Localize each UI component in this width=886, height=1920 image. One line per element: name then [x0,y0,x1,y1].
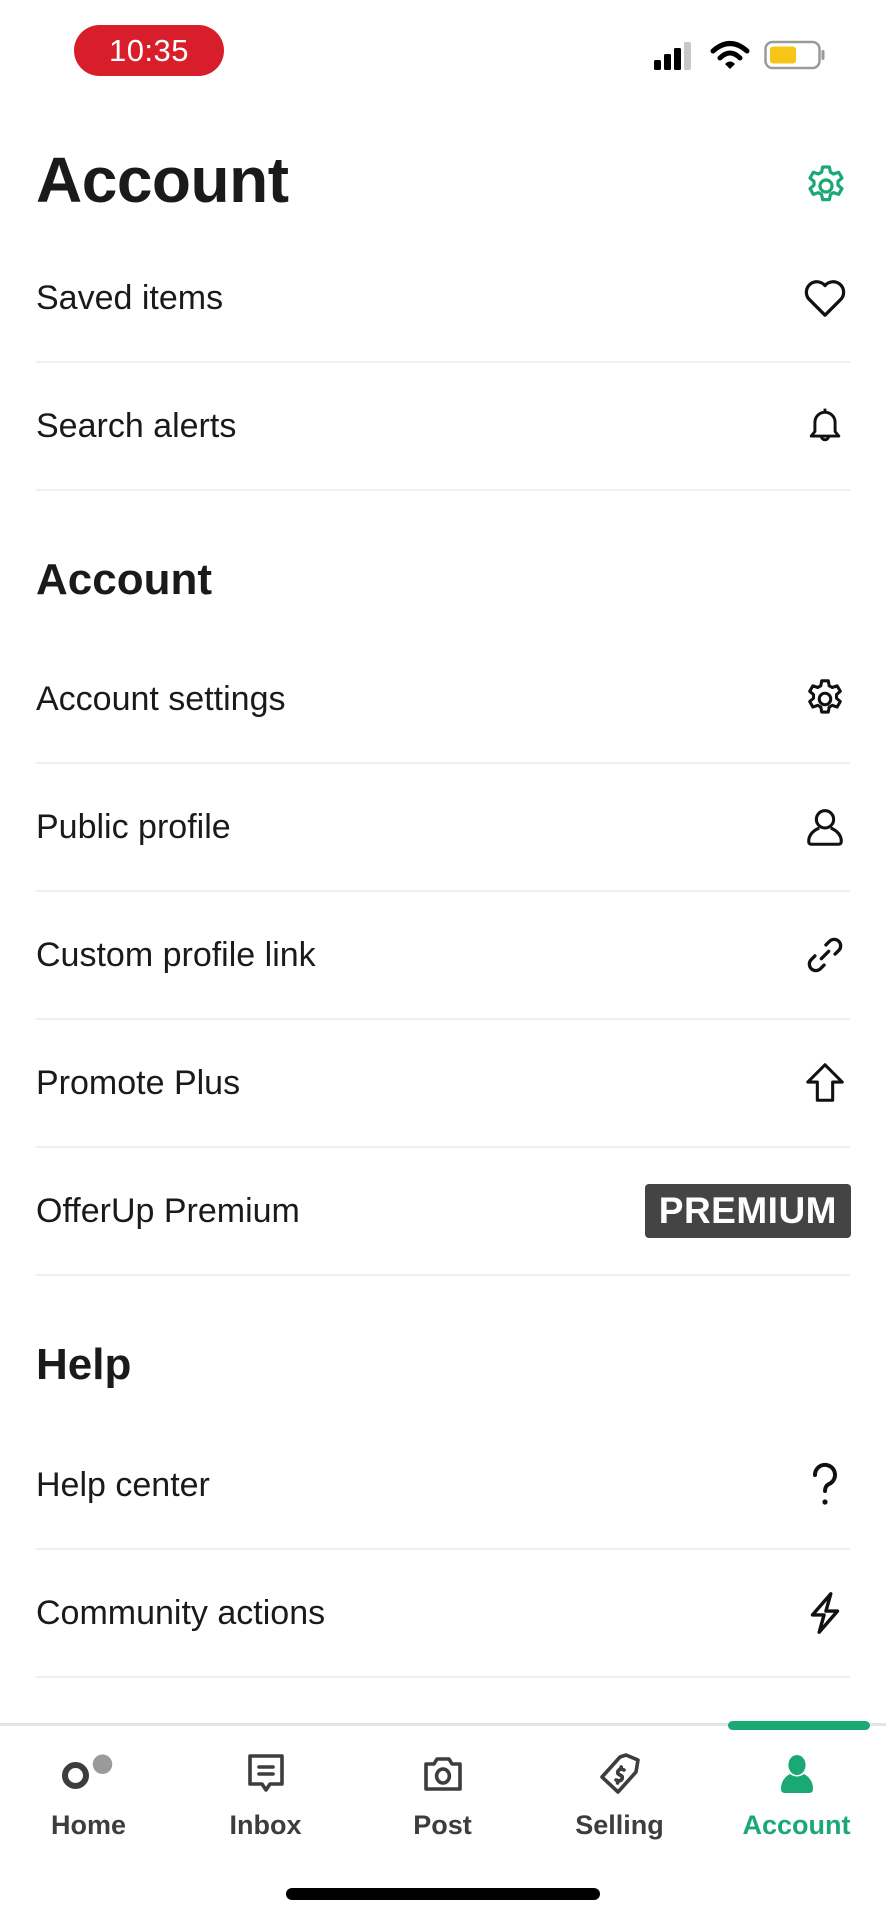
person-icon [807,809,843,846]
page-header: Account [36,140,850,220]
page-title: Account [36,144,289,216]
tab-label: Post [413,1810,472,1840]
row-label: Custom profile link [36,935,316,974]
section-title-account: Account [36,555,212,604]
camera-icon [423,1757,462,1791]
tab-home[interactable]: Home [0,1726,177,1866]
row-label: Public profile [36,807,231,846]
row-label: OfferUp Premium [36,1191,300,1230]
tab-inbox[interactable]: Inbox [177,1726,354,1866]
section-title-help: Help [36,1340,132,1389]
wifi-icon [710,41,750,69]
heart-icon [804,280,846,317]
lightning-icon [810,1592,840,1634]
arrow-up-icon [806,1063,844,1102]
status-time: 10:35 [74,25,224,76]
row-label: Account settings [36,679,286,718]
gear-icon [808,679,842,714]
row-label: Community actions [36,1593,326,1632]
row-label: Saved items [36,278,224,317]
help-center-row[interactable]: Help center [36,1422,850,1550]
message-icon [247,1754,284,1792]
tab-label: Home [50,1810,126,1840]
bell-icon [809,408,841,442]
gear-icon [808,165,844,202]
battery-icon [764,40,825,70]
public-profile-row[interactable]: Public profile [36,764,850,892]
settings-button[interactable] [802,162,850,210]
question-icon [812,1462,837,1505]
community-actions-row[interactable]: Community actions [36,1550,850,1678]
saved-items-row[interactable]: Saved items [36,235,850,363]
status-bar: 10:35 [0,0,886,100]
search-alerts-row[interactable]: Search alerts [36,363,850,491]
custom-profile-link-row[interactable]: Custom profile link [36,892,850,1020]
row-label: Search alerts [36,406,237,445]
row-label: Promote Plus [36,1063,241,1102]
price-tag-icon [599,1753,640,1794]
tab-label: Account [742,1810,851,1840]
tab-selling[interactable]: Selling [531,1726,708,1866]
person-filled-icon [780,1755,813,1793]
tab-post[interactable]: Post [354,1726,531,1866]
tab-label: Inbox [229,1810,302,1840]
row-label: Help center [36,1465,210,1504]
home-indicator [286,1888,600,1900]
promote-plus-row[interactable]: Promote Plus [36,1020,850,1148]
status-icons [652,40,826,70]
link-icon [807,937,843,973]
home-logo-icon [61,1754,112,1789]
premium-badge: PREMIUM [644,1184,851,1238]
tab-label: Selling [575,1810,664,1840]
account-settings-row[interactable]: Account settings [36,636,850,764]
offerup-premium-row[interactable]: OfferUp Premium PREMIUM [36,1148,851,1276]
tab-account[interactable]: Account [708,1726,885,1866]
signal-icon [654,42,691,70]
